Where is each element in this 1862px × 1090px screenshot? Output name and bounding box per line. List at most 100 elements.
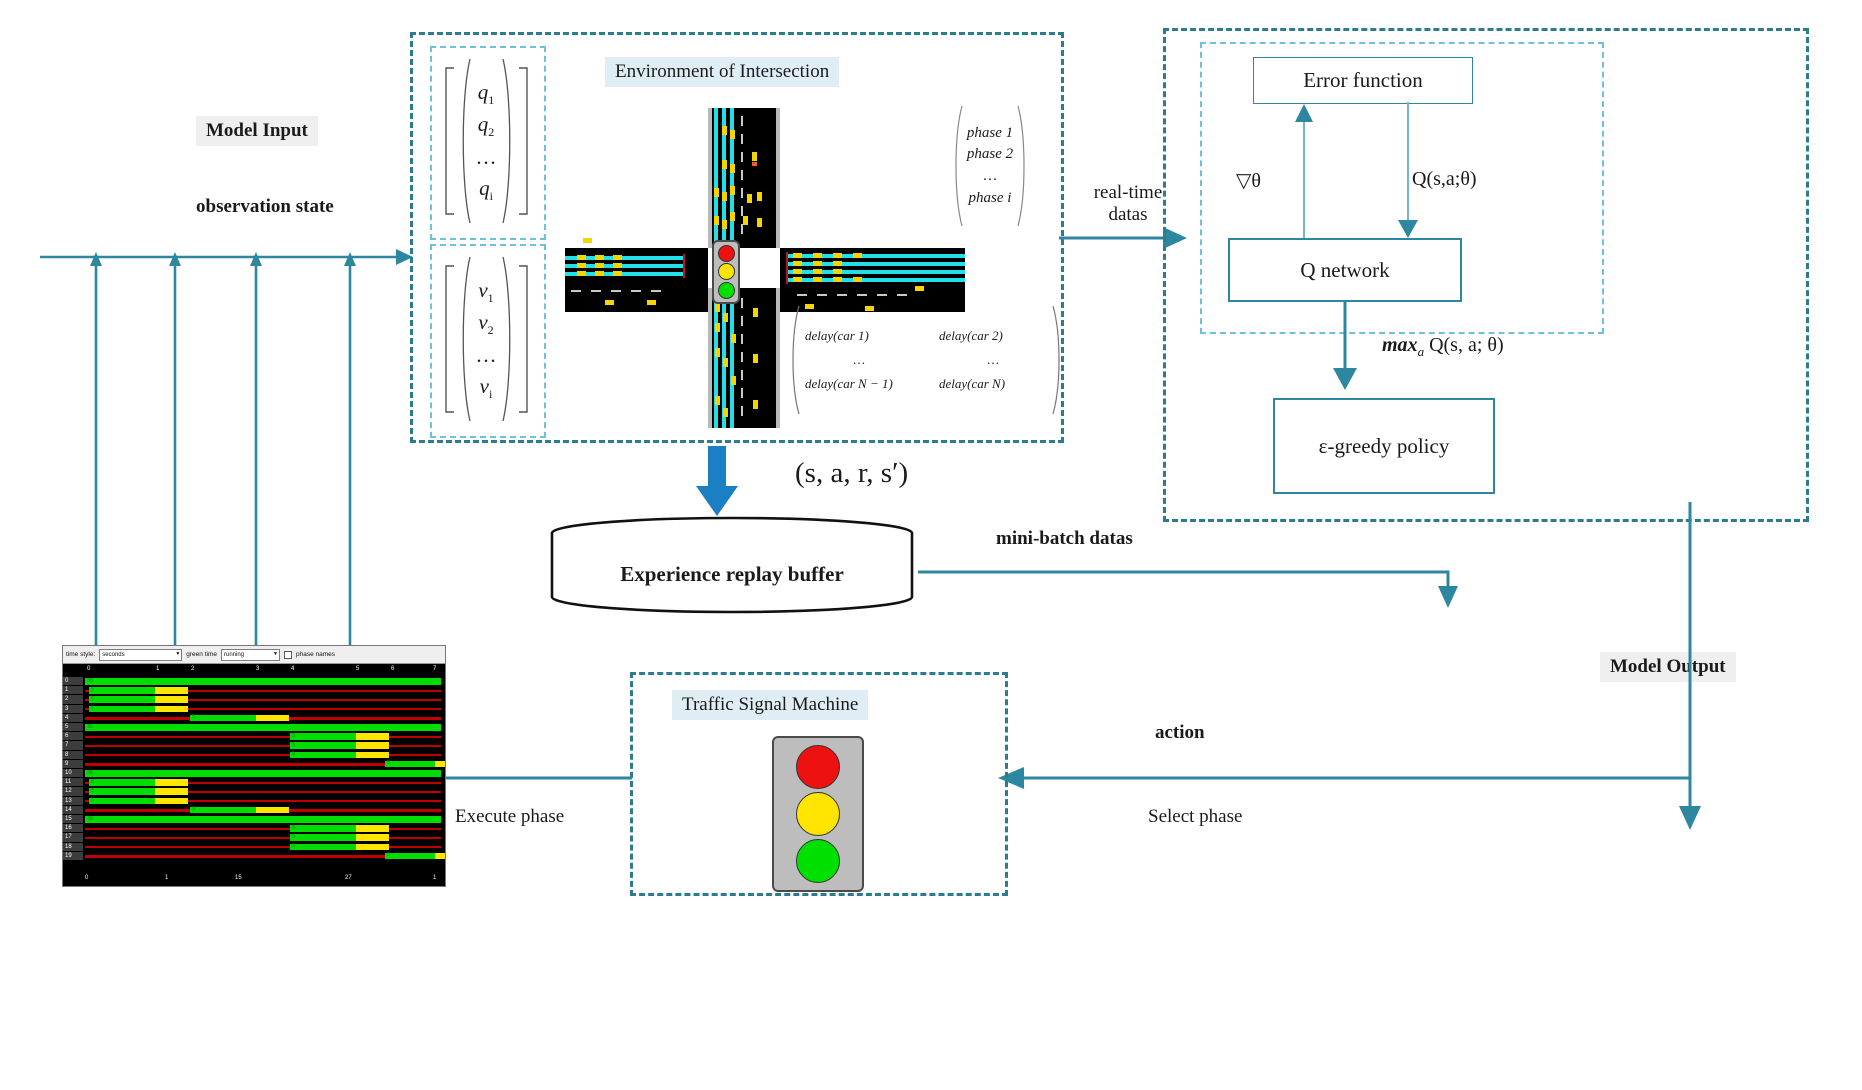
timeline-green-bar [85,678,441,686]
phase-row-0: phase 1 [966,124,1014,141]
ruler-tick-4: 4 [291,666,295,672]
select-phase-label: Select phase [1148,806,1243,827]
timeline-duration-label: 5 [91,696,95,702]
speed-sub-1: 2 [487,323,494,338]
timeline-yellow-bar [155,779,188,786]
greedy-policy-label: ε-greedy policy [1318,433,1450,458]
timeline-row-label: 2 [63,695,83,705]
timeline-row-label: 18 [63,842,83,852]
chevron-down-icon: ▼ [175,651,181,657]
timeline-duration-label: 5 [91,797,95,804]
queue-sub-0: 1 [488,93,495,108]
transition-arrow [696,446,738,516]
timeline-yellow-bar [155,687,188,694]
timeline-row-label: 9 [63,759,83,769]
green-lamp [796,838,840,883]
greedy-policy-box[interactable]: ε-greedy policy [1273,398,1495,494]
ruler-tick-3: 3 [256,666,260,672]
error-function-label: Error function [1303,68,1423,92]
timeline-yellow-bar [356,825,389,832]
timeline-duration-label: 5 [292,751,296,758]
timeline-duration-label: 5 [91,705,95,712]
timeline-row-label: 16 [63,824,83,834]
timeline-duration-label: 5 [91,788,95,794]
delay-r1c1: … [986,352,1000,367]
timeline-green-bar [290,751,356,759]
transition-tuple-label: (s, a, r, s′) [795,457,909,489]
timeline-yellow-bar [435,760,445,768]
experience-buffer-label: Experience replay buffer [620,562,844,586]
traffic-light-widget[interactable] [772,736,864,892]
time-style-label: time style: [66,651,96,658]
queue-row-0: q [477,79,489,104]
grad-theta-label: ▽θ [1236,170,1261,192]
timeline-green-bar [89,788,155,796]
red-lamp [796,745,840,790]
timeline-yellow-bar [256,806,289,814]
phase-matrix: phase 1 phase 2 … phase i [930,98,1050,234]
error-function-box[interactable]: Error function [1253,57,1473,104]
action-arrow [998,767,1690,789]
traffic-signal-machine-title: Traffic Signal Machine [672,690,869,720]
execute-phase-label: Execute phase [455,806,565,827]
q-network-box[interactable]: Q network [1228,238,1462,302]
timeline-yellow-bar [356,742,389,750]
q-s-a-theta-label: Q(s,a;θ) [1412,168,1477,190]
intersection-signal-head [712,240,740,304]
timeline-row-label: 8 [63,750,83,760]
speed-matrix: v1 v2 … vi [430,244,542,434]
ruler-tick-6: 6 [391,666,395,672]
queue-row-2: … [475,145,497,170]
mini-batch-arrow [918,570,1458,608]
speed-row-0: v [478,277,488,302]
timeline-bottom-tick: 0 [85,875,89,881]
timeline-bottom-tick: 15 [235,875,242,881]
timeline-yellow-bar [356,834,389,842]
time-style-value: seconds [102,651,125,658]
timeline-yellow-bar [356,733,389,740]
timeline-yellow-bar [435,852,445,860]
timeline-green-bar [290,742,356,750]
observation-feedback-arrows [40,249,413,645]
timeline-duration-label: 5 [387,760,391,767]
time-style-select[interactable]: seconds ▼ [99,648,183,661]
timeline-green-bar [85,816,441,824]
timeline-rows[interactable]: 0 36 1 5 2 5 3 5 4 5 5 36 6 5 7 5 8 5 9 5 10 36 11 5 12 5 13 5 14 5 15… [63,677,445,863]
timeline-toolbar[interactable]: time style: seconds ▼ green time running… [63,646,445,664]
timeline-duration-label: 5 [387,852,391,859]
timeline-row-label: 12 [63,787,83,797]
timeline-duration-label: 5 [292,742,296,748]
timeline-green-bar [89,696,155,704]
queue-matrix: q1 q2 … qi [430,46,542,236]
mini-batch-label: mini-batch datas [996,528,1133,549]
speed-row-2: … [475,343,497,368]
yellow-lamp [796,791,840,836]
q-network-label: Q network [1300,257,1390,282]
observation-state-label: observation state [196,196,334,217]
timeline-green-bar [290,733,356,740]
timeline-green-bar [385,760,435,768]
timeline-yellow-bar [155,705,188,713]
timeline-row-label: 3 [63,704,83,714]
speed-row-3: v [479,373,489,398]
environment-title: Environment of Intersection [605,57,840,87]
timeline-green-bar [89,797,155,805]
phase-timeline-widget[interactable]: time style: seconds ▼ green time running… [62,645,446,887]
ruler-tick-5: 5 [356,666,360,672]
timeline-duration-label: 5 [91,778,95,785]
timeline-green-bar [290,825,356,832]
phase-names-checkbox[interactable] [283,650,292,659]
timeline-green-bar [190,806,256,814]
queue-sub-1: 2 [488,125,495,140]
experience-replay-buffer: Experience replay buffer [548,516,916,616]
delay-r2c1: delay(car N) [939,376,1006,391]
timeline-duration-label: 36 [87,769,94,776]
delay-r0c0: delay(car 1) [805,328,869,343]
delay-r2c0: delay(car N − 1) [805,376,893,391]
timeline-row-label: 15 [63,815,83,825]
timeline-bottom-tick: 27 [345,875,352,881]
timeline-duration-label: 5 [292,843,296,850]
delay-r0c1: delay(car 2) [939,328,1003,343]
green-time-select[interactable]: running ▼ [220,648,280,661]
timeline-green-bar [85,724,441,732]
